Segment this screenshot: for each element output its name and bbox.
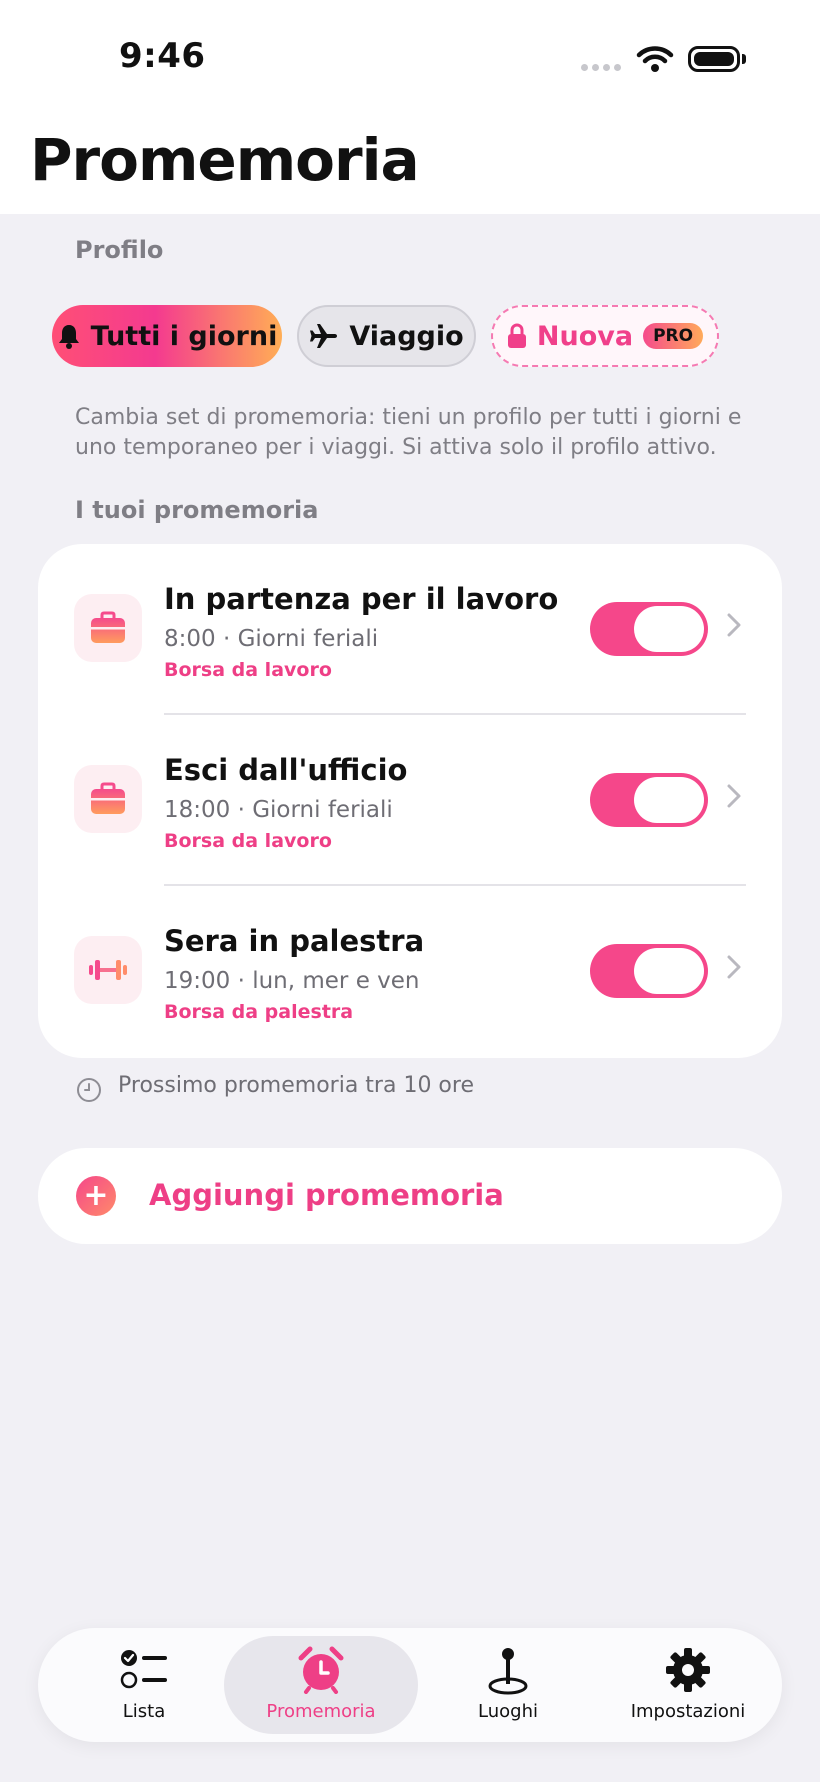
add-reminder-button[interactable]: + Aggiungi promemoria: [38, 1148, 782, 1244]
tab-bar: Lista Promemoria Luoghi Impostazioni: [38, 1628, 782, 1742]
alarm-clock-icon: [298, 1646, 344, 1694]
reminder-schedule: 18:00 · Giorni feriali: [164, 797, 393, 823]
add-reminder-label: Aggiungi promemoria: [149, 1178, 504, 1212]
reminder-row[interactable]: Sera in palestra 19:00 · lun, mer e ven …: [38, 886, 782, 1056]
status-time: 9:46: [119, 36, 206, 76]
tab-promemoria[interactable]: Promemoria: [224, 1628, 418, 1742]
reminder-title: Sera in palestra: [164, 924, 425, 958]
reminder-title: In partenza per il lavoro: [164, 582, 559, 616]
tab-label: Lista: [122, 1701, 166, 1722]
wifi-icon: [636, 46, 674, 72]
page-title: Promemoria: [30, 126, 420, 194]
chevron-right-icon[interactable]: [726, 783, 742, 809]
reminders-section-label: I tuoi promemoria: [75, 496, 319, 524]
tab-label: Promemoria: [266, 1701, 376, 1722]
plus-icon: +: [76, 1176, 116, 1216]
clock-icon: [77, 1078, 101, 1102]
reminder-bag: Borsa da lavoro: [164, 659, 332, 681]
chip-label: Nuova: [536, 320, 634, 352]
profile-chip-viaggio[interactable]: Viaggio: [297, 305, 476, 367]
briefcase-icon: [74, 594, 142, 662]
dumbbell-icon: [74, 936, 142, 1004]
chip-label: Tutti i giorni: [90, 320, 278, 352]
lock-icon: [507, 323, 526, 348]
gear-icon: [666, 1648, 710, 1692]
profile-description: Cambia set di promemoria: tieni un profi…: [75, 405, 742, 460]
map-pin-icon: [488, 1648, 528, 1695]
list-icon: [120, 1650, 167, 1689]
briefcase-icon: [74, 765, 142, 833]
tab-lista[interactable]: Lista: [74, 1628, 214, 1742]
tab-label: Impostazioni: [630, 1701, 746, 1722]
pro-badge: PRO: [643, 323, 704, 349]
airplane-icon: [310, 324, 338, 348]
profile-chip-tutti-i-giorni[interactable]: Tutti i giorni: [52, 305, 282, 367]
reminder-toggle[interactable]: [590, 602, 708, 656]
reminder-schedule: 8:00 · Giorni feriali: [164, 626, 379, 652]
battery-icon: [688, 46, 740, 72]
reminder-toggle[interactable]: [590, 944, 708, 998]
reminder-bag: Borsa da lavoro: [164, 830, 332, 852]
reminder-schedule: 19:00 · lun, mer e ven: [164, 968, 420, 994]
battery-cap: [742, 54, 746, 64]
reminder-title: Esci dall'ufficio: [164, 753, 408, 787]
tab-luoghi[interactable]: Luoghi: [428, 1628, 588, 1742]
bell-icon: [58, 325, 79, 349]
chevron-right-icon[interactable]: [726, 954, 742, 980]
reminders-card: In partenza per il lavoro 8:00 · Giorni …: [38, 544, 782, 1058]
profile-section-label: Profilo: [75, 236, 164, 264]
reminder-bag: Borsa da palestra: [164, 1001, 354, 1023]
cellular-signal-icon: [581, 64, 623, 72]
tab-impostazioni[interactable]: Impostazioni: [598, 1628, 778, 1742]
tab-label: Luoghi: [478, 1701, 538, 1722]
profile-chip-nuova[interactable]: Nuova PRO: [491, 305, 719, 367]
reminder-row[interactable]: Esci dall'ufficio 18:00 · Giorni feriali…: [38, 715, 782, 885]
reminder-toggle[interactable]: [590, 773, 708, 827]
chevron-right-icon[interactable]: [726, 612, 742, 638]
chip-label: Viaggio: [349, 320, 464, 352]
reminder-row[interactable]: In partenza per il lavoro 8:00 · Giorni …: [38, 544, 782, 714]
next-reminder-info: Prossimo promemoria tra 10 ore: [118, 1073, 474, 1098]
